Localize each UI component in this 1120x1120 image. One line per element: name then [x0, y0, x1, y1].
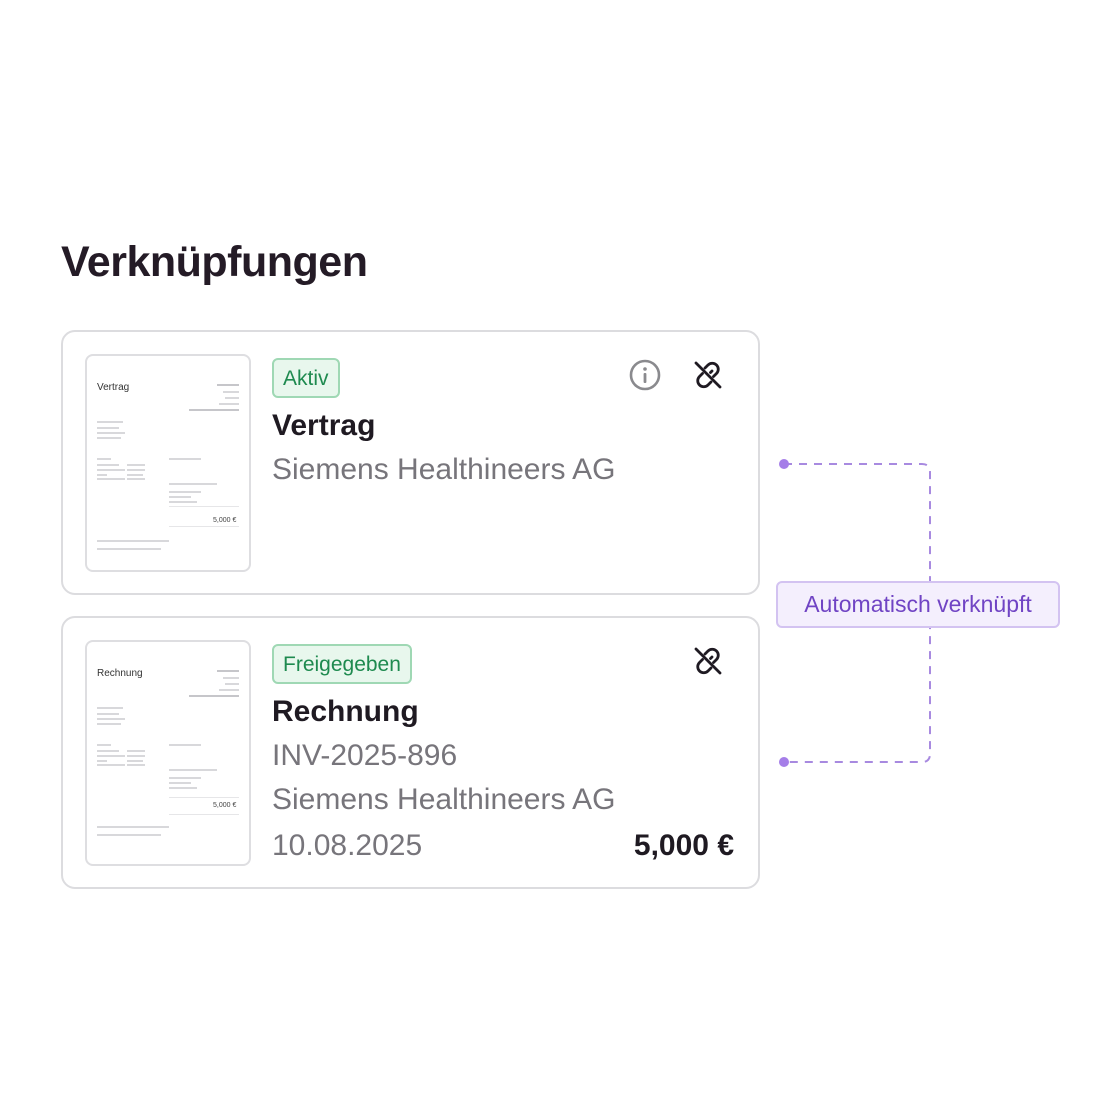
- invoice-date: 10.08.2025: [272, 829, 423, 862]
- company-name: Siemens Healthineers AG: [272, 453, 616, 486]
- invoice-number: INV-2025-896: [272, 739, 458, 772]
- status-badge: Freigegeben: [272, 644, 412, 684]
- unlink-icon[interactable]: [689, 356, 727, 394]
- document-type: Rechnung: [272, 695, 419, 728]
- linked-document-card-contract[interactable]: Vertrag 5,000 € Aktiv Vertrag Siemens He…: [61, 330, 760, 595]
- info-icon[interactable]: [626, 356, 664, 394]
- thumbnail-title: Rechnung: [97, 668, 143, 679]
- linked-document-card-invoice[interactable]: Rechnung 5,000 € Freigegeben Rechnung IN…: [61, 616, 760, 889]
- unlink-icon[interactable]: [689, 642, 727, 680]
- company-name: Siemens Healthineers AG: [272, 783, 616, 816]
- status-badge: Aktiv: [272, 358, 340, 398]
- document-type: Vertrag: [272, 409, 376, 442]
- connector-dot-top: [779, 459, 789, 469]
- links-panel: Verknüpfungen Vertrag 5,000 € Aktiv Vert…: [0, 0, 1120, 1120]
- document-thumbnail[interactable]: Vertrag 5,000 €: [85, 354, 251, 572]
- thumbnail-title: Vertrag: [97, 382, 130, 393]
- auto-linked-badge: Automatisch verknüpft: [776, 581, 1060, 628]
- page-title: Verknüpfungen: [61, 238, 368, 286]
- thumbnail-amount: 5,000 €: [213, 802, 237, 809]
- document-thumbnail[interactable]: Rechnung 5,000 €: [85, 640, 251, 866]
- invoice-amount: 5,000 €: [633, 829, 734, 862]
- connector-dot-bottom: [779, 757, 789, 767]
- thumbnail-amount: 5,000 €: [213, 517, 237, 524]
